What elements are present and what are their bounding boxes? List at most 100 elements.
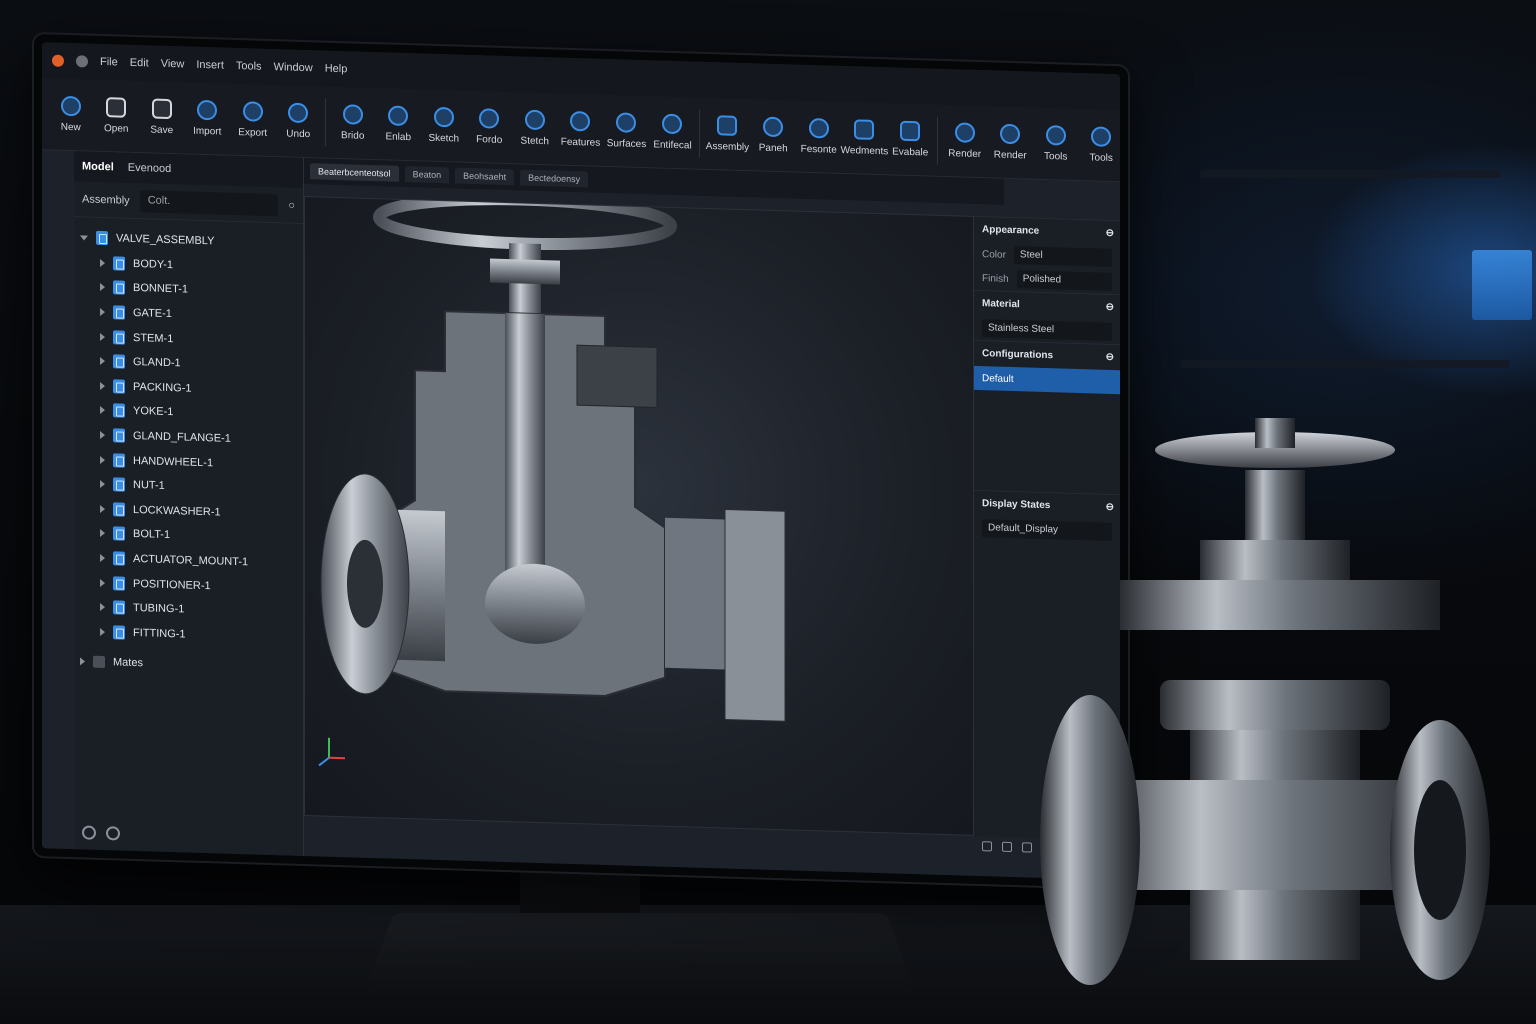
tree-mates[interactable]: Mates [80, 649, 297, 680]
bonnet-flange [1160, 680, 1390, 730]
expand-icon[interactable] [100, 553, 105, 563]
part-icon [113, 575, 125, 591]
render-button-2[interactable]: Render [991, 123, 1029, 161]
expand-icon[interactable] [100, 603, 105, 612]
entifecal-button[interactable]: Entifecal [653, 113, 692, 152]
fordo-icon [479, 108, 500, 129]
save-button[interactable]: Save [143, 98, 181, 136]
render-icon [1000, 123, 1021, 145]
fordo-button[interactable]: Fordo [470, 108, 508, 146]
tree-item-label: GLAND_FLANGE-1 [133, 429, 231, 445]
search-input[interactable]: Colt. [139, 189, 279, 216]
brido-button[interactable]: Brido [334, 104, 372, 142]
expand-icon[interactable] [100, 308, 105, 317]
expand-icon[interactable] [100, 480, 105, 489]
tools-icon [1045, 125, 1066, 146]
doc-tab[interactable]: Bectedoensy [520, 169, 589, 188]
import-button[interactable]: Import [189, 99, 227, 138]
expand-icon[interactable] [100, 578, 105, 587]
export-button[interactable]: Export [234, 101, 272, 139]
collapse-icon[interactable]: ⊖ [1106, 352, 1114, 363]
tree-item[interactable]: FITTING-1 [80, 619, 297, 650]
view-icon[interactable] [106, 826, 120, 841]
expand-icon[interactable] [100, 504, 105, 513]
tree-item-label: BOLT-1 [133, 528, 171, 542]
expand-icon[interactable] [100, 381, 105, 390]
doc-tab[interactable]: Beaterbcenteotsol [310, 163, 399, 182]
wedments-button[interactable]: Wedments [841, 119, 888, 157]
paneh-icon [763, 116, 784, 138]
menu-help[interactable]: Help [325, 63, 348, 76]
expand-icon[interactable] [100, 258, 105, 267]
tree-item-label: HANDWHEEL-1 [133, 454, 214, 469]
tree-item-label: GATE-1 [133, 307, 172, 321]
assembly-icon [717, 115, 738, 136]
mates-icon [93, 656, 105, 669]
expand-icon[interactable] [100, 455, 105, 464]
expand-icon[interactable] [100, 283, 105, 292]
close-dot[interactable] [52, 54, 64, 67]
finish-dropdown[interactable]: Polished [1016, 270, 1112, 291]
render-button[interactable]: Render [946, 122, 984, 160]
expand-icon[interactable] [100, 332, 105, 341]
import-icon [197, 99, 218, 121]
assembly-icon [96, 231, 108, 246]
collapse-icon[interactable]: ⊖ [1106, 228, 1114, 239]
view-icon[interactable] [1002, 841, 1012, 853]
part-icon [113, 305, 125, 320]
expand-icon[interactable] [100, 357, 105, 366]
mates-label: Mates [113, 656, 143, 670]
menu-window[interactable]: Window [274, 61, 313, 74]
actuator-mount [1120, 580, 1440, 630]
menu-file[interactable]: File [100, 56, 118, 69]
tools-icon [1091, 126, 1112, 147]
color-dropdown[interactable]: Steel [1013, 246, 1112, 267]
open-icon [106, 97, 127, 118]
assembly-button[interactable]: Assembly [706, 115, 749, 153]
doc-tab[interactable]: Beohsaeht [455, 167, 515, 186]
tree-item-label: BODY-1 [133, 257, 173, 272]
tab-model[interactable]: Model [82, 160, 114, 173]
app-menu-dot[interactable] [76, 55, 88, 68]
expand-icon[interactable] [80, 657, 85, 666]
monitor: File Edit View Insert Tools Window Help … [34, 34, 1128, 889]
enlab-button[interactable]: Enlab [379, 105, 417, 143]
expand-icon[interactable] [100, 529, 105, 538]
undo-button[interactable]: Undo [280, 102, 318, 140]
expand-icon[interactable] [100, 431, 105, 440]
menu-view[interactable]: View [161, 58, 185, 71]
collapse-icon[interactable] [80, 235, 88, 241]
background-window [1472, 250, 1532, 320]
collapse-icon[interactable]: ⊖ [1106, 302, 1114, 313]
part-icon [113, 330, 125, 345]
menu-edit[interactable]: Edit [130, 57, 149, 70]
tools-button-2[interactable]: Tools [1082, 126, 1120, 164]
menu-insert[interactable]: Insert [196, 59, 224, 72]
menu-tools[interactable]: Tools [236, 60, 262, 73]
fesonte-button[interactable]: Fesonte [800, 117, 838, 156]
paneh-button[interactable]: Paneh [754, 116, 792, 154]
sketch-icon [433, 106, 454, 128]
ribbon-separator [936, 116, 938, 165]
new-button[interactable]: New [52, 95, 90, 134]
evabale-button[interactable]: Evabale [891, 120, 929, 159]
save-icon [151, 98, 172, 120]
settings-icon[interactable] [82, 825, 96, 840]
part-icon [113, 256, 125, 271]
tree-item-label: YOKE-1 [133, 405, 174, 419]
stetch-button[interactable]: Stetch [516, 109, 554, 147]
search-icon[interactable]: ○ [288, 199, 295, 211]
surfaces-button[interactable]: Surfaces [607, 112, 646, 150]
doc-tab[interactable]: Beaton [404, 165, 450, 184]
tools-button[interactable]: Tools [1037, 125, 1075, 163]
sketch-button[interactable]: Sketch [425, 106, 463, 145]
expand-icon[interactable] [100, 627, 105, 636]
features-button[interactable]: Features [561, 110, 600, 149]
open-button[interactable]: Open [98, 97, 136, 135]
view-icon[interactable] [982, 841, 992, 852]
expand-icon[interactable] [100, 406, 105, 415]
fesonte-icon [808, 117, 829, 139]
3d-viewport[interactable] [304, 193, 974, 836]
material-dropdown[interactable]: Stainless Steel [982, 319, 1112, 341]
tab-evenood[interactable]: Evenood [128, 162, 171, 175]
